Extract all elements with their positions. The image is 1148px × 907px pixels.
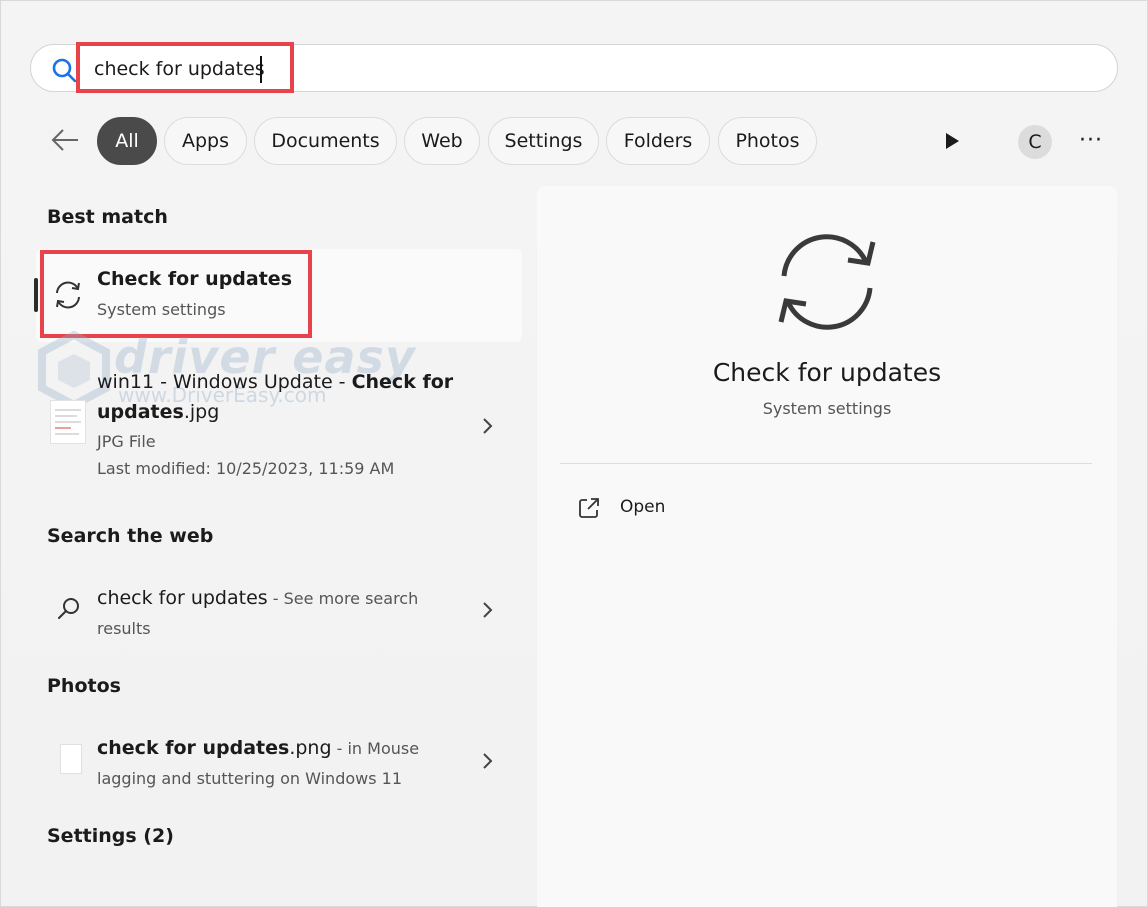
detail-subtitle: System settings [762,399,892,418]
avatar[interactable]: C [1018,125,1052,159]
search-highlight-box [76,42,294,93]
detail-title: Check for updates [712,358,942,387]
jpg-file-icon [50,400,86,444]
web-result-suffix: results [97,619,151,638]
section-search-web: Search the web [47,525,214,547]
open-action[interactable]: Open [620,497,665,517]
file-result-title[interactable]: win11 - Windows Update - Check for [97,371,453,393]
filter-apps[interactable]: Apps [164,117,247,165]
search-icon [52,58,77,83]
filter-settings[interactable]: Settings [488,117,599,165]
filter-photos[interactable]: Photos [718,117,817,165]
chevron-right-icon[interactable] [481,417,493,435]
file-result-modified: Last modified: 10/25/2023, 11:59 AM [97,459,395,478]
filter-documents[interactable]: Documents [254,117,397,165]
file-result-type: JPG File [97,432,156,451]
photo-result-location: lagging and stuttering on Windows 11 [97,769,403,788]
file-result-title-line2[interactable]: updates.jpg [97,401,219,423]
play-icon[interactable] [944,132,960,150]
search-icon [58,598,79,619]
png-file-icon [60,744,82,774]
section-best-match: Best match [47,206,168,228]
filter-folders[interactable]: Folders [606,117,710,165]
refresh-large-icon [778,234,876,330]
chevron-right-icon[interactable] [481,752,493,770]
best-match-highlight-box [40,250,312,338]
selection-indicator [34,278,38,312]
photo-result-title[interactable]: check for updates.png - in Mouse [97,737,419,759]
filter-web[interactable]: Web [404,117,480,165]
section-photos: Photos [47,675,121,697]
back-arrow-icon[interactable] [50,127,80,153]
chevron-right-icon[interactable] [481,601,493,619]
detail-divider [560,463,1092,464]
open-external-icon[interactable] [578,497,600,519]
web-result-query[interactable]: check for updates - See more search [97,587,418,609]
more-options-icon[interactable]: ··· [1079,130,1105,152]
filter-all[interactable]: All [97,117,157,165]
section-settings[interactable]: Settings (2) [47,825,174,847]
